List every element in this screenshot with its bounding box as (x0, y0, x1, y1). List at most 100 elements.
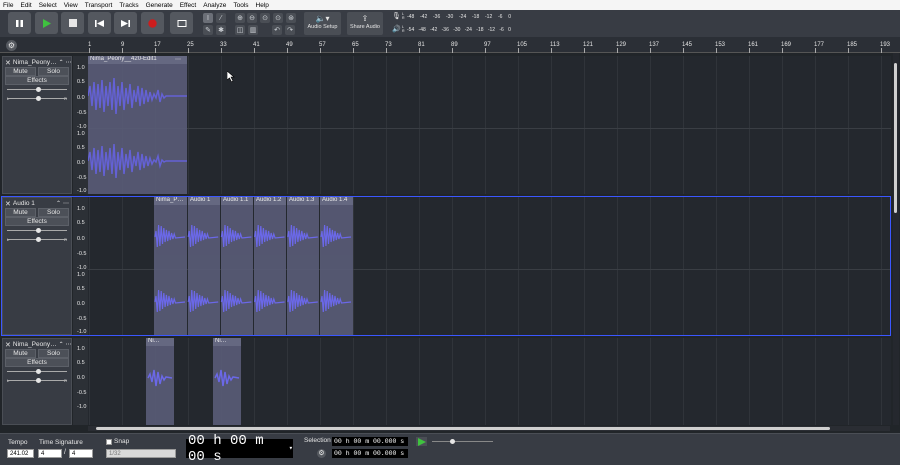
clip-title[interactable]: Audio 1 (188, 197, 220, 205)
waveform (88, 77, 187, 179)
silence-button[interactable]: ▥ (248, 25, 258, 35)
play-icon (43, 18, 51, 28)
clip-title[interactable]: Nima_Peony__420-Edit1 ⋯ (88, 56, 187, 64)
play-at-speed-button[interactable] (416, 437, 427, 446)
effects-button[interactable]: Effects (5, 76, 69, 85)
zoom-out-button[interactable]: ⊖ (247, 13, 257, 23)
menu-help[interactable]: Help (256, 2, 269, 9)
track-name[interactable]: Audio 1 (13, 200, 54, 207)
time-sig-denominator[interactable]: 4 (69, 449, 93, 458)
snap-select[interactable]: 1/32 (106, 449, 176, 458)
snap-checkbox[interactable] (106, 439, 112, 445)
menu-select[interactable]: Select (39, 2, 57, 9)
menu-file[interactable]: File (3, 2, 13, 9)
track-name[interactable]: Nima_Peony… (13, 59, 57, 66)
stop-button[interactable] (61, 12, 84, 34)
pan-slider[interactable]: L R (3, 94, 71, 103)
collapse-icon[interactable]: ⌃ (59, 341, 64, 348)
audio-setup-button[interactable]: 🔈▾ Audio Setup (304, 12, 341, 35)
menu-effect[interactable]: Effect (180, 2, 197, 9)
track-menu-icon[interactable]: ⋯ (66, 59, 72, 66)
playback-speed-slider[interactable] (430, 437, 495, 446)
vertical-scrollbar[interactable] (893, 53, 899, 425)
fit-project-button[interactable]: ⊙ (273, 13, 283, 23)
selection-end[interactable]: 00 h 00 m 00.000 s (332, 449, 408, 458)
vertical-scale[interactable]: 1.0 0.5 0.0 -0.5 -1.0 (73, 338, 88, 425)
mute-button[interactable]: Mute (5, 349, 36, 358)
zoom-in-button[interactable]: ⊕ (235, 13, 245, 23)
ruler-settings-button[interactable]: ⚙ (6, 40, 17, 51)
redo-button[interactable]: ↷ (285, 25, 295, 35)
selection-start[interactable]: 00 h 00 m 00.000 s (332, 437, 408, 446)
gain-slider[interactable] (3, 85, 71, 94)
loop-button[interactable] (170, 12, 193, 34)
track-waveform-area[interactable]: Ni… Ni… (88, 338, 891, 425)
skip-start-button[interactable] (88, 12, 111, 34)
menu-analyze[interactable]: Analyze (203, 2, 226, 9)
audio-clip[interactable]: Nima_Peony__420-Edit1 ⋯ (88, 56, 187, 194)
collapse-icon[interactable]: ⌃ (56, 200, 61, 207)
play-button[interactable] (35, 12, 58, 34)
undo-button[interactable]: ↶ (272, 25, 282, 35)
skip-end-button[interactable] (114, 12, 137, 34)
zoom-toggle-button[interactable]: ⊛ (286, 13, 296, 23)
pan-slider[interactable]: L R (3, 235, 71, 244)
trim-button[interactable]: ◫ (235, 25, 245, 35)
timeline-ruler[interactable]: ⚙ 1 9 17 25 33 41 49 57 65 73 81 89 97 105 113 121 129 13… (0, 37, 900, 53)
menu-transport[interactable]: Transport (85, 2, 113, 9)
clip-title[interactable]: Ni… (146, 338, 174, 346)
effects-button[interactable]: Effects (5, 358, 69, 367)
collapse-icon[interactable]: ⌃ (59, 59, 64, 66)
draw-tool[interactable]: ✎ (203, 25, 213, 35)
pause-button[interactable] (8, 12, 31, 34)
clip-title[interactable]: Audio 1.4 (320, 197, 353, 205)
time-display[interactable]: 00 h 00 m 00 s ▾ (186, 433, 293, 465)
track-menu-icon[interactable]: ⋯ (63, 200, 69, 207)
close-track-icon[interactable]: ✕ (5, 59, 11, 67)
effects-button[interactable]: Effects (5, 217, 69, 226)
solo-button[interactable]: Solo (38, 67, 69, 76)
record-meter[interactable]: 🎙 L R -48 -42 -36 -30 -24 -18 -12 -6 0 (390, 12, 520, 22)
pan-slider[interactable]: L R (3, 376, 71, 385)
menu-tools[interactable]: Tools (233, 2, 248, 9)
vertical-scale[interactable]: 1.0 0.5 0.0 -0.5 -1.0 1.0 0.5 0.0 -0.5 -… (73, 197, 88, 335)
multi-tool[interactable]: ✱ (216, 25, 226, 35)
menu-edit[interactable]: Edit (20, 2, 31, 9)
fit-selection-button[interactable]: ⊙ (260, 13, 270, 23)
menu-tracks[interactable]: Tracks (119, 2, 138, 9)
horizontal-scroll-thumb[interactable] (96, 427, 830, 430)
selection-tool[interactable]: I (203, 13, 213, 23)
clip-title[interactable]: Audio 1.3 (287, 197, 319, 205)
time-sig-numerator[interactable]: 4 (38, 449, 62, 458)
close-track-icon[interactable]: ✕ (5, 341, 11, 349)
envelope-tool[interactable]: ⁄ (216, 13, 226, 23)
close-track-icon[interactable]: ✕ (5, 200, 11, 208)
gear-icon[interactable]: ⚙ (317, 449, 326, 458)
clip-title[interactable]: Nima_P… (154, 197, 187, 205)
vertical-scroll-thumb[interactable] (894, 63, 897, 213)
grid-line (617, 338, 618, 425)
vertical-scale[interactable]: 1.0 0.5 0.0 -0.5 -1.0 1.0 0.5 0.0 -0.5 -… (73, 56, 88, 194)
menu-view[interactable]: View (64, 2, 78, 9)
clip-title[interactable]: Ni… (213, 338, 241, 346)
clip-title[interactable]: Audio 1.1 (221, 197, 253, 205)
record-button[interactable] (141, 12, 164, 34)
solo-button[interactable]: Solo (38, 208, 69, 217)
playback-meter[interactable]: 🔊 L R -54 -48 -42 -36 -30 -24 -18 -12 -6 0 (390, 25, 520, 35)
menu-generate[interactable]: Generate (146, 2, 173, 9)
grid-line (254, 56, 255, 194)
mute-button[interactable]: Mute (5, 208, 36, 217)
solo-button[interactable]: Solo (38, 349, 69, 358)
grid-line (320, 338, 321, 425)
track-waveform-area[interactable]: Nima_P… Audio 1 Audio 1.1 Audio 1.2 Audi… (88, 197, 891, 335)
track-waveform-area[interactable]: Nima_Peony__420-Edit1 ⋯ (88, 56, 891, 194)
horizontal-scrollbar[interactable] (88, 426, 890, 431)
share-audio-button[interactable]: ⇪ Share Audio (347, 12, 383, 35)
gain-slider[interactable] (3, 367, 71, 376)
track-menu-icon[interactable]: ⋯ (66, 341, 72, 348)
clip-title[interactable]: Audio 1.2 (254, 197, 286, 205)
tempo-input[interactable]: 241.02 (7, 449, 34, 458)
mute-button[interactable]: Mute (5, 67, 36, 76)
track-name[interactable]: Nima_Peony… (13, 341, 57, 348)
gain-slider[interactable] (3, 226, 71, 235)
